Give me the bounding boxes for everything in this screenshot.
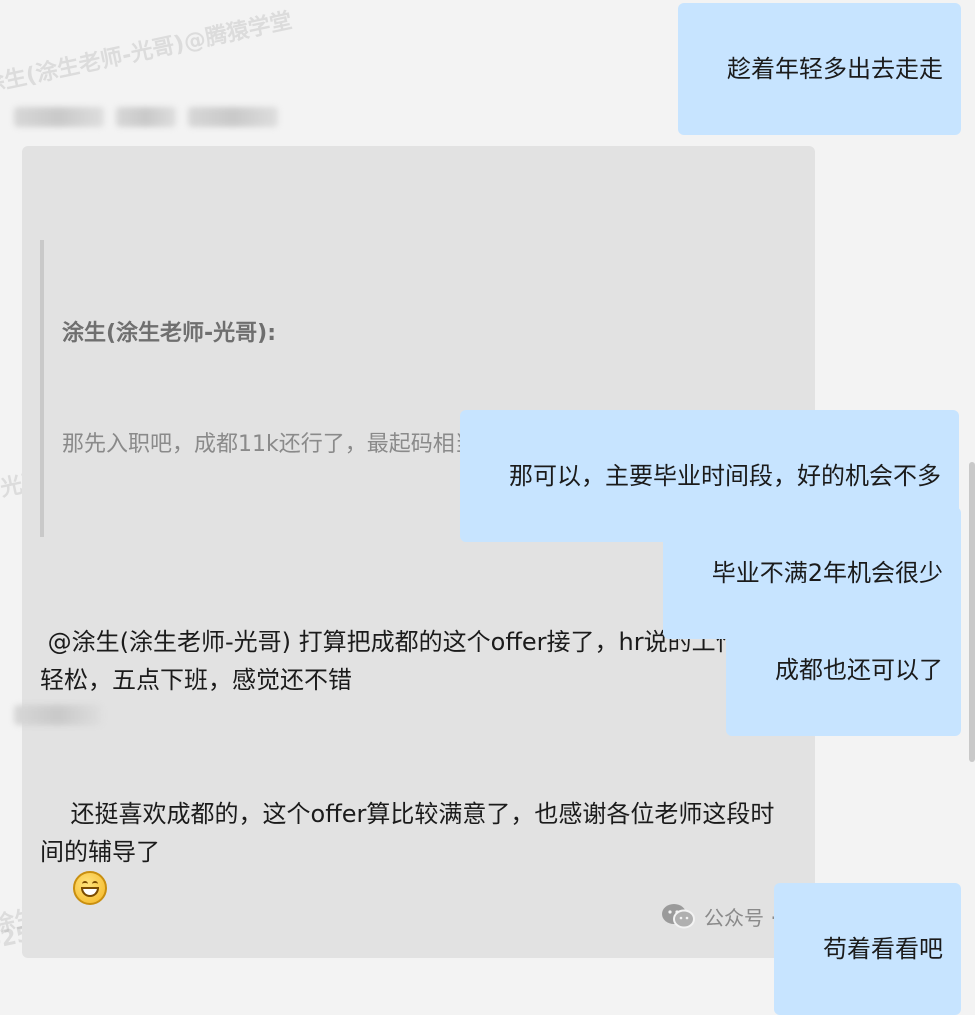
sender-name-blurred (14, 104, 278, 130)
message-text: 苟着看看吧 (823, 935, 943, 963)
quote-author: 涂生(涂生老师-光哥): (62, 321, 277, 346)
message-text: 趁着年轻多出去走走 (727, 55, 943, 83)
scrollbar[interactable] (969, 462, 975, 762)
footer-label: 公众号 · (704, 905, 777, 930)
message-text: 还挺喜欢成都的，这个offer算比较满意了，也感谢各位老师这段时间的辅导了 (40, 800, 775, 866)
grinning-face-icon (72, 871, 107, 905)
sender-name-blurred (14, 702, 102, 728)
message-text: 那可以，主要毕业时间段，好的机会不多 (509, 462, 941, 490)
watermark: 涂生(涂生老师-光哥)@腾猿学堂 (0, 8, 295, 99)
message-bubble-sent[interactable]: 苟着看看吧 (774, 883, 961, 1015)
chat-window: 涂生(涂生老师-光哥)@腾猿学堂 2025-5-16 2025-5-16 涂生(… (0, 0, 975, 1015)
blur-block (188, 107, 278, 127)
message-text: 毕业不满2年机会很少 (711, 559, 943, 587)
blur-block (14, 107, 104, 127)
message-bubble-sent[interactable]: 趁着年轻多出去走走 (678, 3, 961, 135)
blur-block (116, 107, 176, 127)
message-text: 成都也还可以了 (775, 656, 943, 684)
blur-block (14, 705, 102, 725)
wechat-icon (662, 904, 695, 929)
message-bubble-sent[interactable]: 成都也还可以了 (726, 604, 961, 736)
wechat-official-account-mark: 公众号 · (660, 899, 777, 933)
